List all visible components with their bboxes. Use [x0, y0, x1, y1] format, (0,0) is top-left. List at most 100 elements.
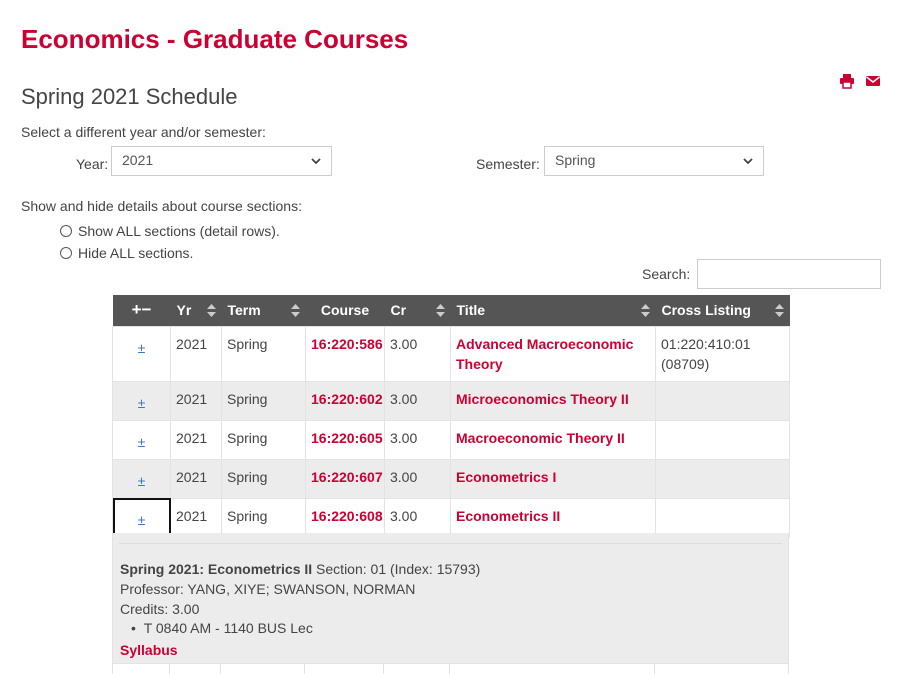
table-row: ± 2021 Spring 16:220:586 3.00 Advanced M…: [112, 325, 790, 382]
print-icon[interactable]: [839, 73, 855, 89]
plus-minus-icon[interactable]: ±: [138, 471, 146, 491]
cell-yr: 2021: [170, 497, 222, 538]
cell-course: 16:220:608: [305, 497, 385, 538]
detail-meeting: • T 0840 AM - 1140 BUS Lec: [131, 620, 313, 636]
show-all-radio[interactable]: [60, 225, 72, 237]
cell-yr: 2021: [170, 380, 222, 421]
plus-minus-icon[interactable]: ±: [138, 338, 146, 358]
cell-cross-listing: [655, 497, 790, 538]
meeting-time: T 0840 AM - 1140 BUS Lec: [143, 620, 313, 636]
semester-label: Semester:: [476, 156, 540, 172]
hide-all-label: Hide ALL sections.: [78, 245, 194, 261]
plus-minus-icon[interactable]: ±: [138, 510, 146, 530]
schedule-title: Spring 2021 Schedule: [21, 84, 238, 109]
course-title-link[interactable]: Macroeconomic Theory II: [456, 430, 625, 446]
course-table: +− Yr Term Course Cr Title Cross Listing…: [112, 295, 790, 538]
section-detail: Spring 2021: Econometrics II Section: 01…: [112, 533, 789, 663]
expand-collapse-all-header[interactable]: +−: [112, 295, 171, 326]
detail-section-info: Section: 01 (Index: 15793): [312, 561, 481, 577]
column-header-cr[interactable]: Cr: [384, 295, 451, 326]
table-row: ± 2021 Spring 16:220:605 3.00 Macroecono…: [112, 419, 790, 460]
column-header-course[interactable]: Course: [305, 295, 385, 326]
hide-all-radio[interactable]: [60, 247, 72, 259]
semester-instructions: Select a different year and/or semester:: [21, 124, 266, 140]
table-row: [112, 663, 789, 674]
cell-yr: 2021: [170, 325, 222, 382]
plus-minus-icon[interactable]: ±: [138, 393, 146, 413]
cell-title: Econometrics I: [450, 458, 656, 499]
year-select-value: 2021: [122, 152, 154, 168]
row-toggle[interactable]: ±: [112, 380, 171, 421]
column-header-cross-listing[interactable]: Cross Listing: [655, 295, 790, 326]
table-row: ± 2021 Spring 16:220:607 3.00 Econometri…: [112, 458, 790, 499]
cell-course: 16:220:586: [305, 325, 385, 382]
cell-title: Microeconomics Theory II: [450, 380, 656, 421]
row-toggle[interactable]: ±: [112, 458, 171, 499]
chevron-down-icon: [743, 158, 753, 165]
cell-term: Spring: [221, 419, 306, 460]
course-title-link[interactable]: Econometrics I: [456, 469, 556, 485]
cell-cross-listing: [655, 380, 790, 421]
search-input[interactable]: [697, 259, 881, 289]
syllabus-link[interactable]: Syllabus: [120, 642, 178, 658]
plus-minus-icon[interactable]: +−: [132, 300, 152, 319]
toolbar: [839, 73, 881, 89]
plus-minus-icon[interactable]: ±: [138, 432, 146, 452]
sections-instructions: Show and hide details about course secti…: [21, 198, 302, 214]
sort-icon: [435, 304, 445, 317]
course-title-link[interactable]: Microeconomics Theory II: [456, 391, 629, 407]
column-header-term[interactable]: Term: [221, 295, 306, 326]
semester-select-value: Spring: [555, 152, 596, 168]
cell-course: 16:220:602: [305, 380, 385, 421]
cell-cr: 3.00: [384, 497, 451, 538]
cell-cr: 3.00: [384, 458, 451, 499]
detail-credits: Credits: 3.00: [120, 601, 200, 617]
year-label: Year:: [76, 156, 109, 172]
detail-professor: Professor: YANG, XIYE; SWANSON, NORMAN: [120, 581, 416, 597]
page-title: Economics - Graduate Courses: [21, 24, 409, 54]
table-row: ± 2021 Spring 16:220:608 3.00 Econometri…: [112, 497, 790, 538]
detail-course-name: Spring 2021: Econometrics II: [120, 561, 313, 577]
column-header-label: Term: [227, 302, 261, 319]
column-header-label: Course: [320, 302, 370, 319]
course-title-link[interactable]: Econometrics II: [456, 508, 560, 524]
cell-title: Advanced Macroeconomic Theory: [450, 325, 656, 382]
cell-term: Spring: [221, 497, 306, 538]
search-label: Search:: [642, 266, 691, 282]
column-header-label: Title: [456, 302, 486, 319]
sort-icon: [774, 304, 784, 317]
year-select[interactable]: 2021: [111, 146, 332, 176]
course-title-link[interactable]: Advanced Macroeconomic Theory: [456, 336, 633, 372]
hide-all-option[interactable]: Hide ALL sections.: [60, 245, 193, 261]
cell-yr: 2021: [170, 419, 222, 460]
table-row: ± 2021 Spring 16:220:602 3.00 Microecono…: [112, 380, 790, 421]
cell-term: Spring: [221, 325, 306, 382]
cell-title: Macroeconomic Theory II: [450, 419, 656, 460]
show-all-option[interactable]: Show ALL sections (detail rows).: [60, 223, 280, 239]
cell-cross-listing: 01:220:410:01 (08709): [655, 325, 790, 382]
column-header-label: Yr: [176, 302, 192, 319]
cell-title: Econometrics II: [450, 497, 656, 538]
row-toggle[interactable]: ±: [112, 497, 171, 538]
row-toggle[interactable]: ±: [112, 325, 171, 382]
column-header-label: Cr: [390, 302, 407, 319]
show-all-label: Show ALL sections (detail rows).: [78, 223, 280, 239]
detail-heading: Spring 2021: Econometrics II Section: 01…: [120, 561, 480, 577]
sort-icon: [640, 304, 650, 317]
sort-icon: [206, 304, 216, 317]
column-header-title[interactable]: Title: [450, 295, 656, 326]
cell-cross-listing: [655, 419, 790, 460]
cell-yr: 2021: [170, 458, 222, 499]
bullet-icon: •: [131, 620, 144, 636]
cell-cr: 3.00: [384, 325, 451, 382]
column-header-yr[interactable]: Yr: [170, 295, 222, 326]
cell-cr: 3.00: [384, 380, 451, 421]
row-toggle[interactable]: ±: [112, 419, 171, 460]
cell-cr: 3.00: [384, 419, 451, 460]
table-header: +− Yr Term Course Cr Title Cross Listing: [112, 295, 790, 326]
cell-cross-listing: [655, 458, 790, 499]
envelope-icon[interactable]: [865, 73, 881, 89]
semester-select[interactable]: Spring: [544, 146, 764, 176]
cell-term: Spring: [221, 380, 306, 421]
cell-course: 16:220:605: [305, 419, 385, 460]
